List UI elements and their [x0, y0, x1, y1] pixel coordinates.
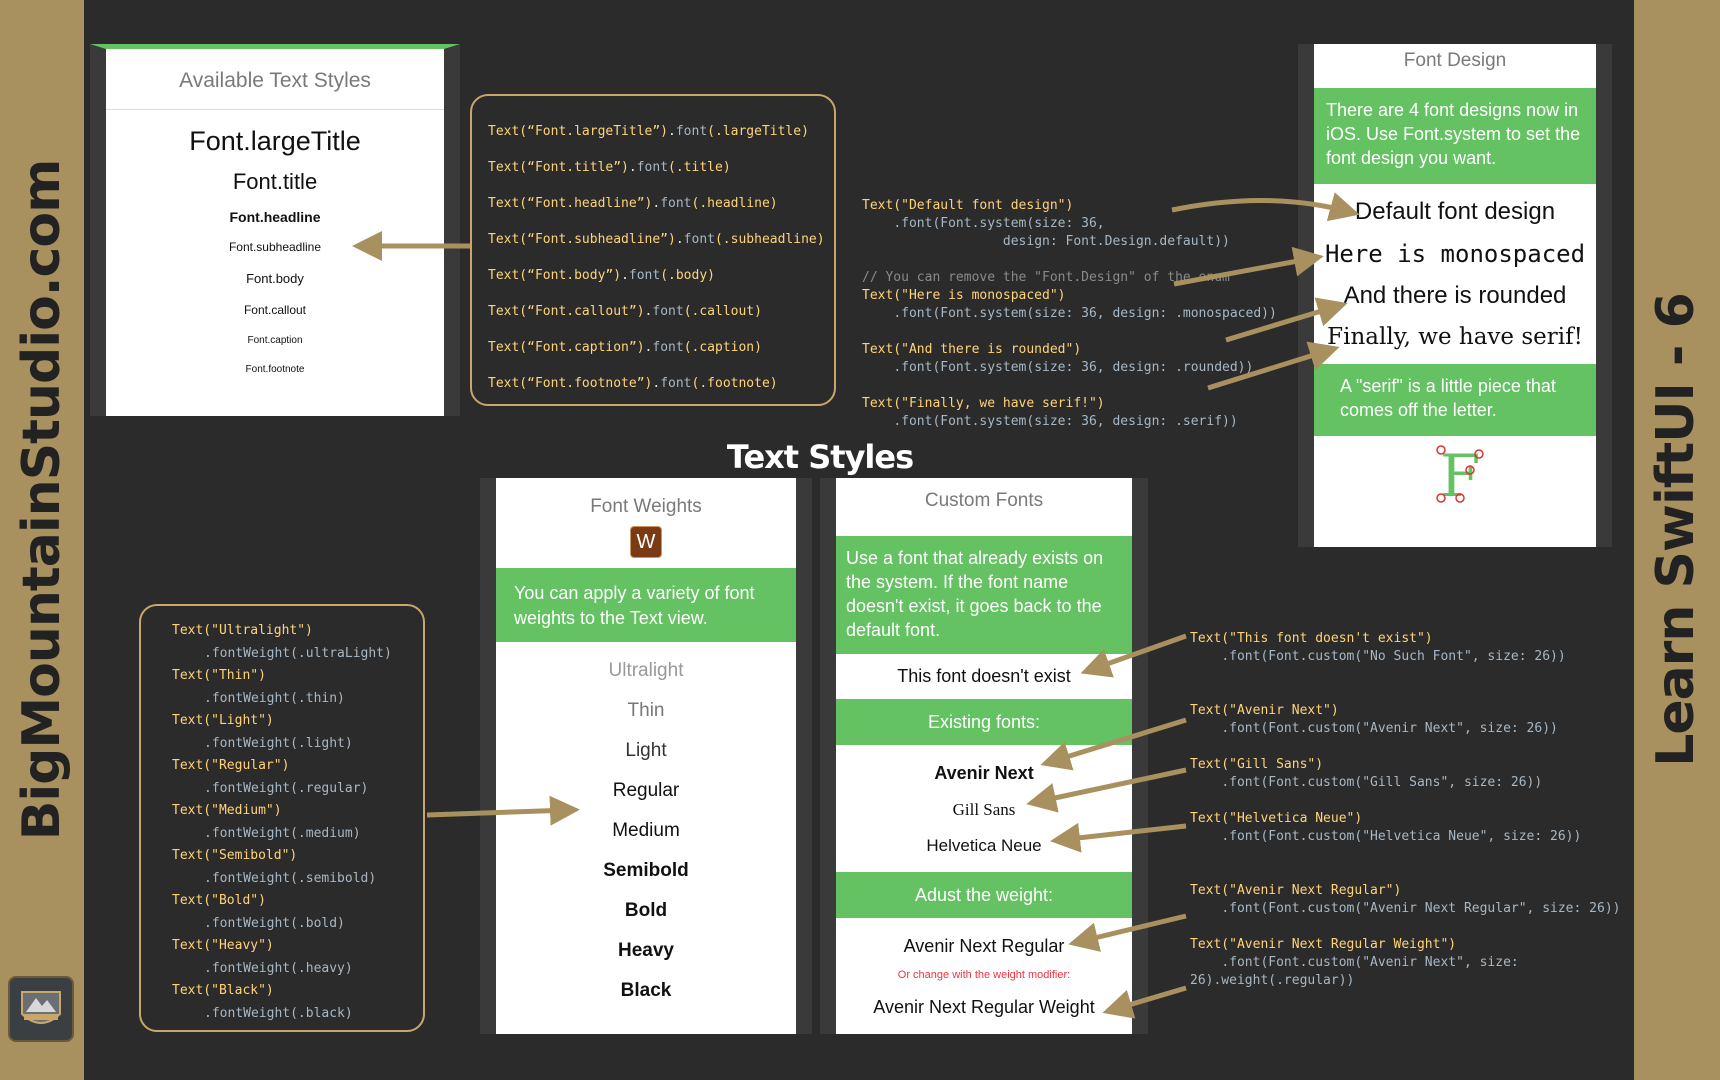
arrow	[1050, 822, 1187, 853]
arrow	[1040, 717, 1187, 771]
arrow	[1207, 341, 1340, 391]
arrow	[1225, 297, 1348, 343]
arrow	[1080, 633, 1187, 678]
arrow	[1171, 192, 1360, 222]
arrow	[1173, 246, 1324, 287]
arrow	[1068, 913, 1187, 952]
arrow	[426, 795, 580, 826]
connector-arrows	[352, 192, 1360, 1019]
arrow	[1102, 985, 1187, 1019]
arrow	[1026, 767, 1187, 813]
